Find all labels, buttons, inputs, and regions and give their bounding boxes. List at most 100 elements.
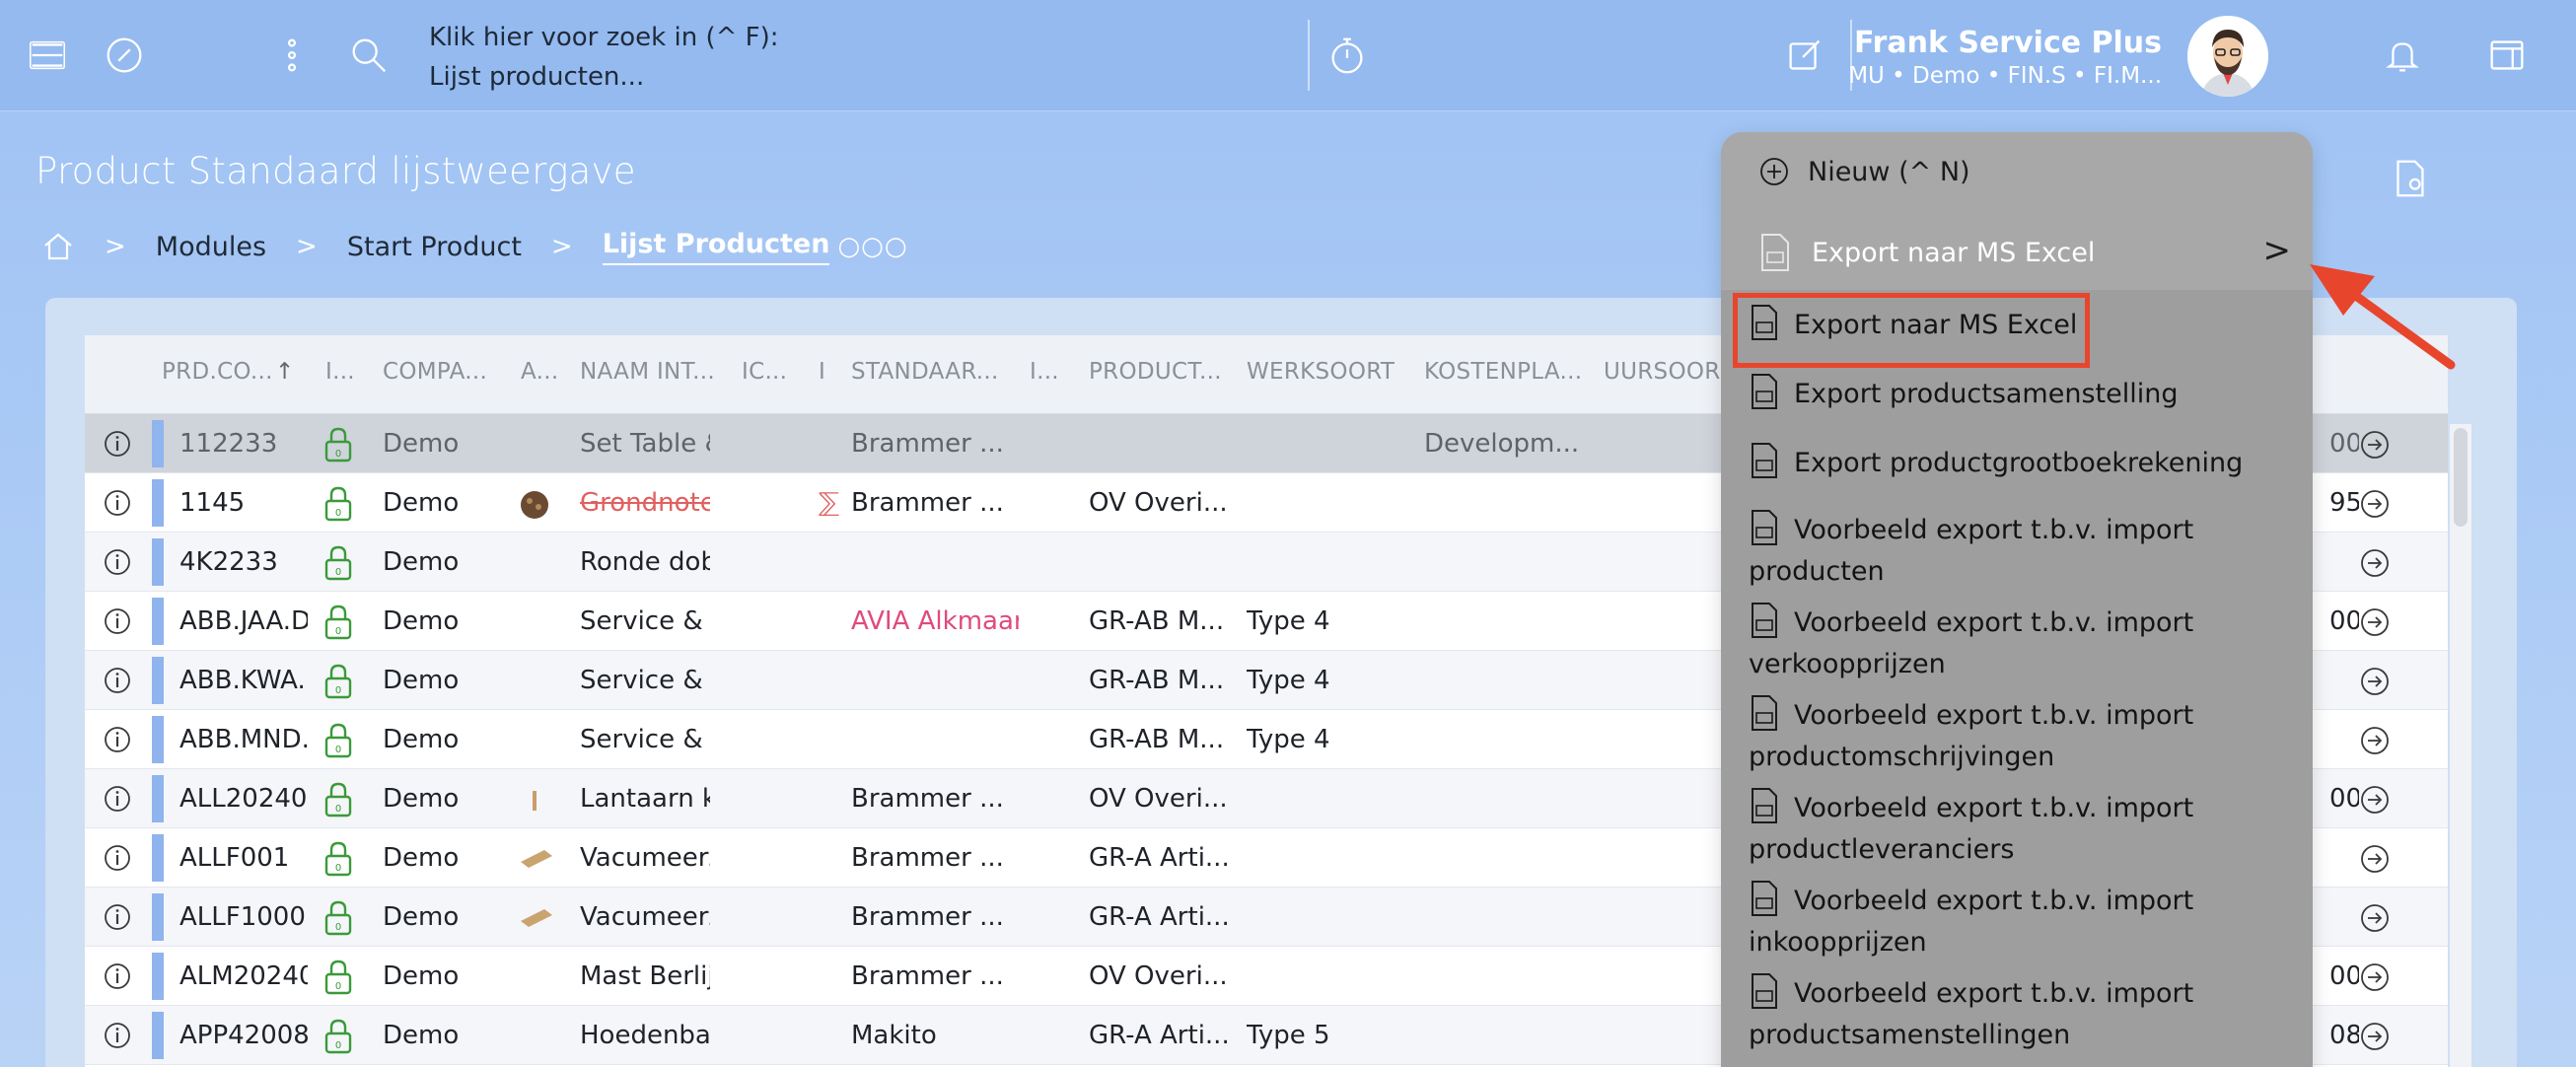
info-icon[interactable]	[103, 902, 132, 932]
col-header-naam[interactable]: NAAM INT...	[580, 359, 715, 385]
scrollbar-thumb[interactable]	[2454, 428, 2468, 527]
info-icon[interactable]	[103, 1021, 132, 1050]
cell-standaard: Makito	[851, 1021, 937, 1050]
breadcrumb-current[interactable]: Lijst Producten	[602, 229, 830, 265]
ear-icon: ⅀	[819, 488, 840, 518]
col-header-uursoort[interactable]: UURSOOR	[1604, 359, 1721, 385]
export-submenu-item[interactable]: Voorbeeld export t.b.v. import inkooppri…	[1749, 880, 2301, 963]
info-icon[interactable]	[103, 961, 132, 991]
breadcrumb-more-icon[interactable]: ○○○	[837, 232, 907, 261]
lock-icon: 0	[324, 960, 352, 995]
info-icon[interactable]	[103, 606, 132, 636]
cell-company: Demo	[383, 902, 460, 932]
cell-code: 1145	[179, 488, 246, 518]
stopwatch-icon[interactable]	[1318, 26, 1377, 85]
user-context[interactable]: MU • Demo • FIN.S • FI.M...	[1848, 63, 2162, 89]
arrow-right-circle-icon[interactable]	[2359, 784, 2391, 816]
chevron-right-icon[interactable]: >	[2263, 231, 2292, 270]
col-header-a[interactable]: A...	[521, 359, 558, 385]
cell-code: ALLF1000	[179, 902, 306, 932]
table-scrollbar[interactable]	[2450, 424, 2471, 1067]
arrow-right-circle-icon[interactable]	[2359, 961, 2391, 993]
cell-value: 00	[2329, 429, 2359, 459]
export-excel-label: Export naar MS Excel	[1812, 237, 2096, 268]
export-submenu-item[interactable]: Voorbeeld export t.b.v. import producten	[1749, 509, 2301, 593]
col-header-kostenplaats[interactable]: KOSTENPLA...	[1424, 359, 1582, 385]
col-header-standaard[interactable]: STANDAAR...	[851, 359, 999, 385]
lock-icon: 0	[324, 486, 352, 522]
col-header-code[interactable]: PRD.CO...	[162, 359, 273, 385]
spreadsheet-file-icon	[1752, 881, 1777, 916]
svg-text:0: 0	[335, 922, 341, 933]
info-icon[interactable]	[103, 725, 132, 754]
col-header-company[interactable]: COMPA...	[383, 359, 487, 385]
arrow-right-circle-icon[interactable]	[2359, 902, 2391, 934]
export-submenu-item[interactable]: Voorbeeld export t.b.v. import verkooppr…	[1749, 602, 2301, 685]
info-icon[interactable]	[103, 547, 132, 577]
col-header-i3[interactable]: I...	[1030, 359, 1059, 385]
cell-value: 08	[2329, 1021, 2359, 1050]
cell-standaard: Brammer ...	[851, 429, 1004, 459]
more-vertical-icon[interactable]	[262, 26, 322, 85]
arrow-right-circle-icon[interactable]	[2359, 843, 2391, 875]
col-header-i2[interactable]: I	[819, 359, 825, 385]
info-icon[interactable]	[103, 666, 132, 695]
cell-company: Demo	[383, 784, 460, 814]
search-input[interactable]: Klik hier voor zoek in (^ F): Lijst prod…	[429, 18, 1277, 97]
new-item-button[interactable]: Nieuw (^ N)	[1758, 156, 1970, 187]
arrow-right-circle-icon[interactable]	[2359, 725, 2391, 756]
export-submenu-item[interactable]: Voorbeeld export t.b.v. import productle…	[1749, 787, 2301, 871]
home-icon[interactable]	[41, 230, 75, 263]
info-icon[interactable]	[103, 429, 132, 459]
arrow-right-circle-icon[interactable]	[2359, 429, 2391, 461]
arrow-right-circle-icon[interactable]	[2359, 488, 2391, 520]
cell-kostenplaats	[1424, 651, 1592, 710]
info-icon[interactable]	[103, 843, 132, 873]
info-icon[interactable]	[103, 488, 132, 518]
col-header-i1[interactable]: I...	[325, 359, 355, 385]
svg-text:0: 0	[335, 863, 341, 874]
search-icon[interactable]	[339, 26, 398, 85]
col-header-ic[interactable]: IC...	[742, 359, 787, 385]
document-settings-icon[interactable]	[2387, 156, 2432, 201]
arrow-right-circle-icon[interactable]	[2359, 666, 2391, 697]
row-status-bar	[152, 420, 164, 467]
cell-naam: Service & or	[580, 666, 710, 695]
export-submenu-item[interactable]: Export productsamenstelling	[1749, 373, 2301, 415]
product-thumbnail	[519, 903, 554, 935]
cell-kostenplaats	[1424, 533, 1592, 592]
row-status-bar	[152, 479, 164, 527]
cell-value: 00	[2329, 606, 2359, 636]
arrow-right-circle-icon[interactable]	[2359, 1021, 2391, 1052]
export-submenu-item[interactable]: Export productgrootboekrekening	[1749, 442, 2301, 484]
avatar[interactable]	[2187, 16, 2268, 97]
col-header-product[interactable]: PRODUCT...	[1089, 359, 1222, 385]
breadcrumb-modules[interactable]: Modules	[156, 232, 266, 262]
export-submenu-item[interactable]: Voorbeeld export t.b.v. import productsa…	[1749, 972, 2301, 1056]
row-status-bar	[152, 1012, 164, 1059]
user-name[interactable]: Frank Service Plus	[1854, 26, 2162, 60]
cell-kostenplaats	[1424, 888, 1592, 947]
breadcrumb-start-product[interactable]: Start Product	[347, 232, 522, 262]
lock-icon: 0	[324, 427, 352, 462]
export-submenu-item[interactable]: Voorbeeld export t.b.v. import productom…	[1749, 694, 2301, 778]
info-icon[interactable]	[103, 784, 132, 814]
side-panel-icon[interactable]	[2477, 26, 2537, 85]
arrow-right-circle-icon[interactable]	[2359, 547, 2391, 579]
arrow-right-circle-icon[interactable]	[2359, 606, 2391, 638]
edit-note-icon[interactable]	[1775, 26, 1834, 85]
top-bar: Klik hier voor zoek in (^ F): Lijst prod…	[0, 0, 2576, 111]
page-title: Product Standaard lijstweergave	[36, 150, 636, 192]
compass-icon[interactable]	[95, 26, 154, 85]
col-header-werksoort[interactable]: WERKSOORT	[1247, 359, 1395, 385]
cell-code: APP420080	[179, 1021, 308, 1050]
sort-ascending-icon[interactable]: ↑	[275, 359, 295, 385]
export-excel-menu-item[interactable]: Export naar MS Excel >	[1758, 231, 2292, 272]
hamburger-menu-icon[interactable]	[18, 26, 77, 85]
cell-code: 112233	[179, 429, 278, 459]
cell-standaard: Brammer ...	[851, 488, 1004, 518]
cell-value	[2329, 651, 2359, 710]
bell-icon[interactable]	[2373, 26, 2432, 85]
export-submenu-label: Voorbeeld export t.b.v. import productom…	[1749, 700, 2194, 772]
spreadsheet-file-icon	[1752, 443, 1777, 478]
